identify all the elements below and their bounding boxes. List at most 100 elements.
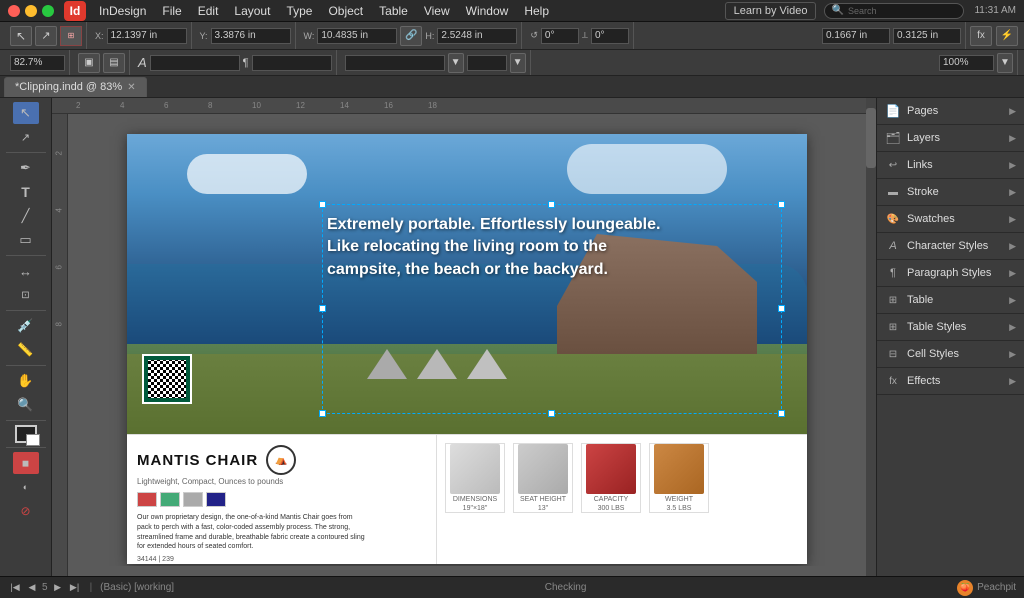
zoom-tool[interactable]: 🔍 xyxy=(13,394,39,416)
canvas-scroll[interactable]: Extremely portable. Effortlessly loungea… xyxy=(68,114,866,566)
ruler-tick-6: 6 xyxy=(164,101,208,110)
lightning-button[interactable]: ⚡ xyxy=(996,26,1018,46)
menu-indesign[interactable]: InDesign xyxy=(92,2,153,20)
transform-proxy-icon[interactable]: ⊞ xyxy=(60,26,82,46)
font-style-btn[interactable]: ▼ xyxy=(448,53,464,73)
apply-gradient-btn[interactable]: ◐ xyxy=(13,476,39,498)
font-size-input[interactable] xyxy=(467,55,507,71)
x-input[interactable] xyxy=(107,28,187,44)
rotation-input[interactable] xyxy=(541,28,579,44)
h-input[interactable] xyxy=(437,28,517,44)
qr-code xyxy=(142,354,192,404)
menu-layout[interactable]: Layout xyxy=(227,2,277,20)
type-tool[interactable]: T xyxy=(13,181,39,203)
shear-input[interactable] xyxy=(591,28,629,44)
handle-bot-right[interactable] xyxy=(778,410,785,417)
selection-tool-icon[interactable]: ↖ xyxy=(10,26,32,46)
font-size-btn[interactable]: ▼ xyxy=(510,53,526,73)
last-page-btn[interactable]: ▶| xyxy=(68,581,82,595)
page-number: 5 xyxy=(42,582,48,593)
view-mode-btn[interactable]: ▣ xyxy=(78,53,100,73)
fill-swatch[interactable] xyxy=(15,425,37,443)
zoom-input[interactable] xyxy=(10,55,65,71)
menu-object[interactable]: Object xyxy=(321,2,370,20)
handle-bot-mid[interactable] xyxy=(548,410,555,417)
fx-button[interactable]: fx xyxy=(970,26,992,46)
handle-top-mid[interactable] xyxy=(548,201,555,208)
ruler-ticks-v: 2 4 6 8 xyxy=(52,114,67,324)
direct-select-icon[interactable]: ↗ xyxy=(35,26,57,46)
y-input[interactable] xyxy=(211,28,291,44)
chair-img-3 xyxy=(586,444,636,494)
v-tick-8: 8 xyxy=(55,313,64,327)
stroke-panel-header[interactable]: ▬ Stroke ▶ xyxy=(877,179,1024,205)
chair-label-3: CAPACITY xyxy=(594,496,629,503)
close-button[interactable] xyxy=(8,5,20,17)
swatches-panel-header[interactable]: 🎨 Swatches ▶ xyxy=(877,206,1024,232)
char-styles-panel-header[interactable]: A Character Styles ▶ xyxy=(877,233,1024,259)
table-styles-arrow: ▶ xyxy=(1009,322,1016,333)
tool-separator-5 xyxy=(6,420,46,421)
w-input[interactable] xyxy=(317,28,397,44)
pages-panel-header[interactable]: 📄 Pages ▶ xyxy=(877,98,1024,124)
handle-top-right[interactable] xyxy=(778,201,785,208)
transform-tool[interactable]: ↔ xyxy=(13,260,39,282)
menu-type[interactable]: Type xyxy=(279,2,319,20)
handle-mid-right[interactable] xyxy=(778,305,785,312)
rotation-group: ↺ ⟂ xyxy=(526,22,634,49)
handle-mid-left[interactable] xyxy=(319,305,326,312)
table-styles-panel-header[interactable]: ⊞ Table Styles ▶ xyxy=(877,314,1024,340)
minimize-button[interactable] xyxy=(25,5,37,17)
first-page-btn[interactable]: |◀ xyxy=(8,581,22,595)
screen-mode-btn[interactable]: ▤ xyxy=(103,53,125,73)
chair-val-2: 13" xyxy=(538,505,548,512)
ruler-tick-16: 16 xyxy=(384,101,428,110)
ruler-ticks-h: 2 4 6 8 10 12 14 16 18 xyxy=(72,101,472,110)
cell-styles-panel-header[interactable]: ⊟ Cell Styles ▶ xyxy=(877,341,1024,367)
char-style-input[interactable] xyxy=(150,55,240,71)
menu-view[interactable]: View xyxy=(417,2,457,20)
document-tab[interactable]: *Clipping.indd @ 83% ✕ xyxy=(4,77,147,97)
swatches-arrow: ▶ xyxy=(1009,214,1016,225)
menu-table[interactable]: Table xyxy=(372,2,415,20)
links-panel-header[interactable]: ↩ Links ▶ xyxy=(877,152,1024,178)
next-page-btn[interactable]: ▶ xyxy=(51,581,65,595)
prev-page-btn[interactable]: ◀ xyxy=(25,581,39,595)
para-styles-panel-header[interactable]: ¶ Paragraph Styles ▶ xyxy=(877,260,1024,286)
vertical-scrollbar[interactable] xyxy=(866,98,876,576)
handle-bot-left[interactable] xyxy=(319,410,326,417)
layers-panel-header[interactable]: 🗂 Layers ▶ xyxy=(877,125,1024,151)
handle-top-left[interactable] xyxy=(319,201,326,208)
constrain-proportions-icon[interactable]: 🔗 xyxy=(400,26,422,46)
pen-tool[interactable]: ✒ xyxy=(13,157,39,179)
menu-edit[interactable]: Edit xyxy=(191,2,226,20)
zoom-pct-input[interactable] xyxy=(939,55,994,71)
maximize-button[interactable] xyxy=(42,5,54,17)
canvas-area: 2 4 6 8 10 12 14 16 18 2 4 6 8 xyxy=(52,98,876,576)
table-panel-header[interactable]: ⊞ Table ▶ xyxy=(877,287,1024,313)
direct-select-tool[interactable]: ↗ xyxy=(13,126,39,148)
chair-thumbnail-3: CAPACITY 300 LBS xyxy=(581,443,641,513)
eyedropper-tool[interactable]: 💉 xyxy=(13,315,39,337)
frame-tool[interactable]: ▭ xyxy=(13,229,39,251)
y-offset-input[interactable] xyxy=(893,28,961,44)
menu-file[interactable]: File xyxy=(155,2,188,20)
selection-tool[interactable]: ↖ xyxy=(13,102,39,124)
apply-none-btn[interactable]: ⊘ xyxy=(13,500,39,522)
menu-help[interactable]: Help xyxy=(517,2,556,20)
line-tool[interactable]: ╱ xyxy=(13,205,39,227)
apply-color-btn[interactable]: ◼ xyxy=(13,452,39,474)
x-offset-input[interactable] xyxy=(822,28,890,44)
zoom-pct-btn[interactable]: ▼ xyxy=(997,53,1013,73)
free-transform-tool[interactable]: ⊡ xyxy=(13,284,39,306)
tab-close-icon[interactable]: ✕ xyxy=(127,82,135,93)
hand-tool[interactable]: ✋ xyxy=(13,370,39,392)
learn-by-video-label[interactable]: Learn by Video xyxy=(725,2,817,20)
scrollbar-thumb[interactable] xyxy=(866,108,876,168)
font-name-input[interactable] xyxy=(345,55,445,71)
search-bar[interactable]: 🔍 Search xyxy=(824,3,964,19)
menu-window[interactable]: Window xyxy=(459,2,516,20)
measure-tool[interactable]: 📏 xyxy=(13,339,39,361)
effects-panel-header[interactable]: fx Effects ▶ xyxy=(877,368,1024,394)
para-style-input[interactable] xyxy=(252,55,332,71)
